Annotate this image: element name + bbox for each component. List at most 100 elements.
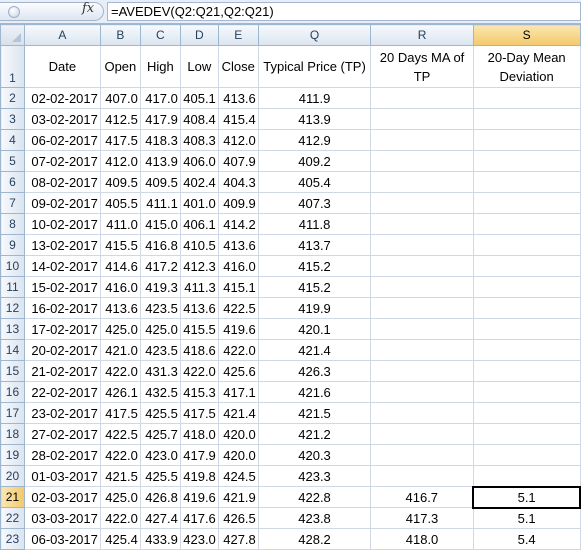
column-header-r[interactable]: R (370, 24, 474, 46)
row-header[interactable]: 14 (0, 339, 25, 361)
cell-c[interactable]: 409.5 (139, 171, 181, 193)
cell-header-e[interactable]: Close (217, 45, 259, 88)
cell-s[interactable] (472, 423, 581, 445)
cell-c[interactable]: 431.3 (139, 360, 181, 382)
cell-r[interactable] (370, 171, 474, 193)
cell-c[interactable]: 417.0 (139, 87, 181, 109)
cell-e[interactable]: 420.0 (217, 423, 259, 445)
cell-q[interactable]: 413.7 (257, 234, 372, 256)
cell-b[interactable]: 422.5 (99, 423, 141, 445)
cell-r[interactable] (370, 255, 474, 277)
cell-a[interactable]: 07-02-2017 (23, 150, 101, 172)
row-header[interactable]: 1 (0, 45, 25, 88)
cell-q[interactable]: 411.9 (257, 87, 372, 109)
cell-d[interactable]: 408.4 (179, 108, 219, 130)
cell-d[interactable]: 419.6 (179, 486, 219, 508)
cell-header-c[interactable]: High (139, 45, 181, 88)
cell-b[interactable]: 412.5 (99, 108, 141, 130)
cell-d[interactable]: 406.0 (179, 150, 219, 172)
cell-s[interactable] (472, 213, 581, 235)
cell-q[interactable]: 428.2 (257, 528, 372, 550)
cell-d[interactable]: 417.6 (179, 507, 219, 529)
cell-a[interactable]: 23-02-2017 (23, 402, 101, 424)
cell-b[interactable]: 421.0 (99, 339, 141, 361)
cell-c[interactable]: 423.5 (139, 339, 181, 361)
cell-q[interactable]: 412.9 (257, 129, 372, 151)
cell-d[interactable]: 405.1 (179, 87, 219, 109)
cell-q[interactable]: 413.9 (257, 108, 372, 130)
cell-a[interactable]: 02-02-2017 (23, 87, 101, 109)
cell-a[interactable]: 02-03-2017 (23, 486, 101, 508)
column-header-d[interactable]: D (179, 24, 219, 46)
row-header[interactable]: 19 (0, 444, 25, 466)
cell-d[interactable]: 418.0 (179, 423, 219, 445)
cell-r[interactable] (370, 150, 474, 172)
row-header[interactable]: 15 (0, 360, 25, 382)
cell-d[interactable]: 415.5 (179, 318, 219, 340)
cell-header-d[interactable]: Low (179, 45, 219, 88)
cell-q[interactable]: 421.5 (257, 402, 372, 424)
select-all-button[interactable] (0, 24, 25, 46)
cell-c[interactable]: 433.9 (139, 528, 181, 550)
cell-r[interactable] (370, 234, 474, 256)
row-header[interactable]: 8 (0, 213, 25, 235)
cell-a[interactable]: 08-02-2017 (23, 171, 101, 193)
cell-c[interactable]: 415.0 (139, 213, 181, 235)
row-header[interactable]: 20 (0, 465, 25, 487)
formula-input[interactable]: =AVEDEV(Q2:Q21,Q2:Q21) (107, 2, 581, 21)
cell-s[interactable] (472, 402, 581, 424)
cell-c[interactable]: 425.0 (139, 318, 181, 340)
cell-s[interactable] (472, 129, 581, 151)
cell-e[interactable]: 412.0 (217, 129, 259, 151)
row-header[interactable]: 11 (0, 276, 25, 298)
cell-r[interactable]: 418.0 (370, 528, 474, 550)
cell-q[interactable]: 409.2 (257, 150, 372, 172)
cell-r[interactable] (370, 297, 474, 319)
row-header[interactable]: 22 (0, 507, 25, 529)
cell-e[interactable]: 413.6 (217, 234, 259, 256)
cell-s[interactable] (472, 381, 581, 403)
cell-e[interactable]: 424.5 (217, 465, 259, 487)
cell-r[interactable] (370, 444, 474, 466)
cell-s[interactable] (472, 234, 581, 256)
cell-e[interactable]: 420.0 (217, 444, 259, 466)
cell-s[interactable] (472, 87, 581, 109)
row-header[interactable]: 18 (0, 423, 25, 445)
cell-c[interactable]: 411.1 (139, 192, 181, 214)
cell-b[interactable]: 426.1 (99, 381, 141, 403)
row-header[interactable]: 21 (0, 486, 25, 508)
cell-e[interactable]: 415.4 (217, 108, 259, 130)
row-header[interactable]: 17 (0, 402, 25, 424)
cell-a[interactable]: 20-02-2017 (23, 339, 101, 361)
cell-q[interactable]: 415.2 (257, 255, 372, 277)
cell-q[interactable]: 420.3 (257, 444, 372, 466)
cell-a[interactable]: 03-03-2017 (23, 507, 101, 529)
cell-e[interactable]: 421.4 (217, 402, 259, 424)
cell-s[interactable] (472, 318, 581, 340)
row-header[interactable]: 9 (0, 234, 25, 256)
cell-d[interactable]: 411.3 (179, 276, 219, 298)
row-header[interactable]: 4 (0, 129, 25, 151)
cell-s[interactable] (472, 360, 581, 382)
cell-a[interactable]: 09-02-2017 (23, 192, 101, 214)
cell-a[interactable]: 22-02-2017 (23, 381, 101, 403)
cell-b[interactable]: 422.0 (99, 444, 141, 466)
cell-b[interactable]: 405.5 (99, 192, 141, 214)
cell-r[interactable] (370, 108, 474, 130)
cell-d[interactable]: 422.0 (179, 360, 219, 382)
cell-c[interactable]: 426.8 (139, 486, 181, 508)
cell-c[interactable]: 419.3 (139, 276, 181, 298)
cell-b[interactable]: 425.0 (99, 486, 141, 508)
cell-header-q[interactable]: Typical Price (TP) (257, 45, 372, 88)
cell-q[interactable]: 423.3 (257, 465, 372, 487)
cell-s[interactable] (472, 276, 581, 298)
cell-s[interactable]: 5.1 (472, 485, 581, 509)
cell-s[interactable] (472, 297, 581, 319)
cell-e[interactable]: 421.9 (217, 486, 259, 508)
row-header[interactable]: 13 (0, 318, 25, 340)
row-header[interactable]: 16 (0, 381, 25, 403)
cell-q[interactable]: 422.8 (257, 486, 372, 508)
row-header[interactable]: 7 (0, 192, 25, 214)
cell-q[interactable]: 419.9 (257, 297, 372, 319)
cell-a[interactable]: 14-02-2017 (23, 255, 101, 277)
